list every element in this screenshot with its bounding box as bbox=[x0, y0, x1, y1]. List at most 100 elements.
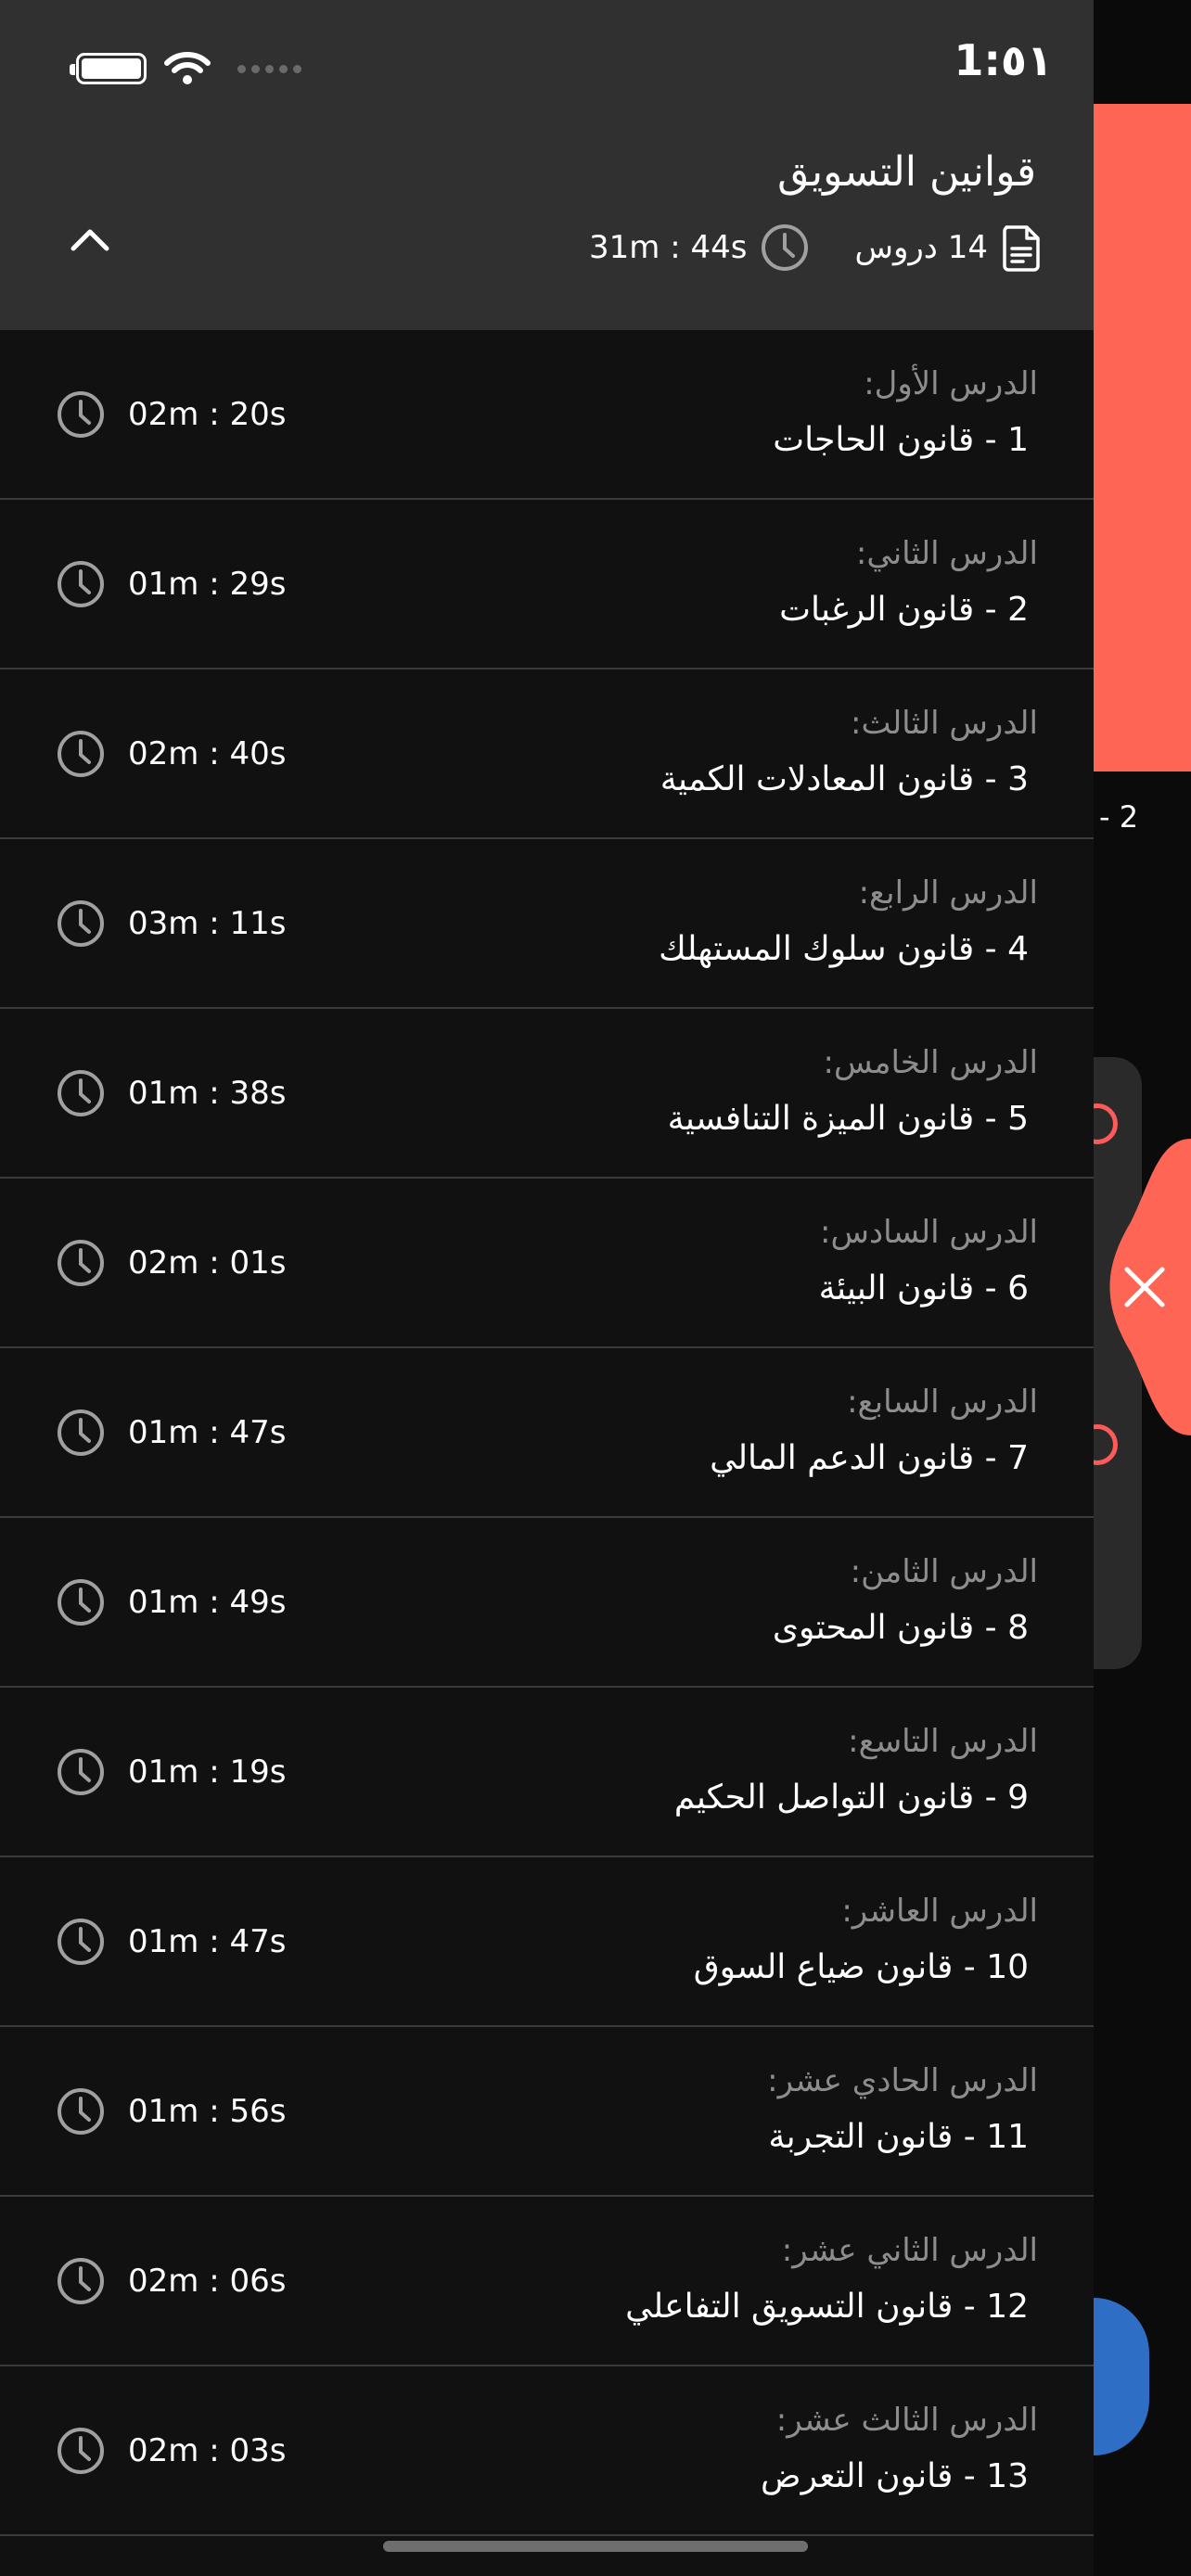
lesson-title: 2 - قانون الرغبات bbox=[779, 591, 1029, 629]
battery-icon bbox=[70, 53, 147, 84]
lesson-label: الدرس الثالث عشر: bbox=[775, 2402, 1038, 2439]
cellular-signal-icon bbox=[237, 64, 301, 73]
lesson-duration-text: 03m : 11s bbox=[128, 905, 287, 942]
lesson-row[interactable]: الدرس الأول: 1 - قانون الحاجات 02m : 20s bbox=[0, 330, 1094, 500]
screen: - 2 1:٥١ قوانين التسويق 14 دروس 31m: 44… bbox=[0, 0, 1191, 2576]
clock-icon bbox=[56, 1577, 106, 1627]
lessons-count-item: 14 دروس bbox=[854, 223, 1042, 272]
lesson-duration: 03m : 11s bbox=[56, 899, 286, 949]
lesson-row[interactable]: الدرس العاشر: 10 - قانون ضياع السوق 01m … bbox=[0, 1857, 1094, 2027]
document-icon bbox=[1003, 225, 1040, 272]
clock-icon bbox=[56, 2256, 106, 2306]
lesson-duration: 02m : 03s bbox=[56, 2426, 286, 2476]
lesson-label: الدرس السادس: bbox=[820, 1214, 1038, 1251]
lesson-title: 9 - قانون التواصل الحكيم bbox=[673, 1779, 1029, 1817]
lesson-label: الدرس الحادي عشر: bbox=[767, 2062, 1038, 2099]
lesson-row[interactable]: الدرس السابع: 7 - قانون الدعم المالي 01m… bbox=[0, 1348, 1094, 1518]
lesson-duration-text: 01m : 38s bbox=[128, 1075, 287, 1112]
lesson-row[interactable]: الدرس الحادي عشر: 11 - قانون التجربة 01m… bbox=[0, 2027, 1094, 2197]
lesson-duration: 01m : 19s bbox=[56, 1747, 286, 1797]
lesson-duration-text: 02m : 06s bbox=[128, 2263, 287, 2300]
lesson-label: الدرس السابع: bbox=[847, 1384, 1038, 1421]
lesson-duration-text: 02m : 01s bbox=[128, 1244, 287, 1282]
lesson-label: الدرس الثالث: bbox=[850, 705, 1038, 742]
lesson-duration-text: 01m : 47s bbox=[128, 1923, 287, 1960]
wifi-icon bbox=[164, 52, 211, 84]
collapse-button[interactable] bbox=[58, 211, 122, 267]
lesson-duration-text: 01m : 47s bbox=[128, 1414, 287, 1451]
lesson-row[interactable]: الدرس الثالث عشر: 13 - قانون التعرض 02m … bbox=[0, 2366, 1094, 2536]
total-duration: 31m : 44s bbox=[589, 229, 748, 266]
course-meta: 14 دروس 31m : 44s bbox=[589, 223, 1042, 273]
lesson-row[interactable]: الدرس الثامن: 8 - قانون المحتوى 01m : 49… bbox=[0, 1518, 1094, 1688]
lesson-row[interactable]: الدرس الرابع: 4 - قانون سلوك المستهلك 03… bbox=[0, 839, 1094, 1009]
home-indicator bbox=[383, 2541, 808, 2552]
clock-icon bbox=[762, 224, 809, 271]
lesson-duration-text: 01m : 56s bbox=[128, 2093, 287, 2130]
total-duration-item: 31m : 44s bbox=[589, 223, 810, 273]
lesson-title: 6 - قانون البيئة bbox=[818, 1269, 1029, 1307]
lesson-title: 8 - قانون المحتوى bbox=[772, 1609, 1029, 1647]
lesson-duration: 01m : 47s bbox=[56, 1408, 286, 1458]
lesson-row[interactable]: الدرس الثاني: 2 - قانون الرغبات 01m : 29… bbox=[0, 500, 1094, 670]
lesson-title: 7 - قانون الدعم المالي bbox=[710, 1439, 1029, 1477]
lesson-label: الدرس العاشر: bbox=[841, 1893, 1038, 1930]
lesson-duration: 02m : 40s bbox=[56, 729, 286, 779]
clock-icon bbox=[56, 1068, 106, 1118]
lesson-duration-text: 01m : 29s bbox=[128, 566, 287, 603]
clock-icon bbox=[56, 1238, 106, 1288]
lesson-duration-text: 02m : 03s bbox=[128, 2432, 287, 2469]
clock-icon bbox=[56, 729, 106, 779]
status-time: 1:٥١ bbox=[954, 35, 1053, 85]
lesson-label: الدرس الثامن: bbox=[850, 1553, 1038, 1590]
lesson-row[interactable]: الدرس الثالث: 3 - قانون المعادلات الكمية… bbox=[0, 670, 1094, 839]
background-partial-text: - 2 bbox=[1099, 799, 1139, 835]
lesson-row[interactable]: الدرس الثاني عشر: 12 - قانون التسويق الت… bbox=[0, 2197, 1094, 2366]
clock-icon bbox=[56, 899, 106, 949]
lesson-title: 1 - قانون الحاجات bbox=[773, 421, 1029, 459]
lesson-label: الدرس الثاني: bbox=[855, 535, 1038, 572]
lesson-duration-text: 01m : 19s bbox=[128, 1753, 287, 1791]
drawer-header: 1:٥١ قوانين التسويق 14 دروس 31m: 44s bbox=[0, 0, 1094, 330]
lesson-duration: 01m : 38s bbox=[56, 1068, 286, 1118]
lesson-row[interactable]: الدرس السادس: 6 - قانون البيئة 02m : 01s bbox=[0, 1179, 1094, 1348]
lesson-duration-text: 02m : 20s bbox=[128, 396, 287, 433]
lesson-duration-text: 02m : 40s bbox=[128, 735, 287, 772]
clock-icon bbox=[56, 389, 106, 440]
status-bar-indicators bbox=[70, 50, 301, 87]
lesson-title: 12 - قانون التسويق التفاعلي bbox=[625, 2288, 1029, 2326]
clock-icon bbox=[56, 1747, 106, 1797]
lesson-label: الدرس الخامس: bbox=[823, 1044, 1038, 1081]
course-lessons-drawer: 1:٥١ قوانين التسويق 14 دروس 31m: 44s ال… bbox=[0, 0, 1094, 2576]
lesson-duration: 01m : 56s bbox=[56, 2086, 286, 2136]
background-banner bbox=[1094, 104, 1191, 772]
clock-icon bbox=[56, 2086, 106, 2136]
lesson-row[interactable]: الدرس الخامس: 5 - قانون الميزة التنافسية… bbox=[0, 1009, 1094, 1179]
lesson-duration: 02m : 01s bbox=[56, 1238, 286, 1288]
lesson-title: 5 - قانون الميزة التنافسية bbox=[667, 1100, 1029, 1138]
lessons-count: 14 دروس bbox=[854, 229, 988, 266]
clock-icon bbox=[56, 559, 106, 609]
chevron-up-icon bbox=[70, 229, 109, 251]
lesson-title: 11 - قانون التجربة bbox=[768, 2118, 1029, 2156]
lesson-label: الدرس الرابع: bbox=[858, 874, 1038, 912]
lesson-row[interactable]: الدرس التاسع: 9 - قانون التواصل الحكيم 0… bbox=[0, 1688, 1094, 1857]
lesson-title: 3 - قانون المعادلات الكمية bbox=[660, 760, 1029, 798]
clock-icon bbox=[56, 1408, 106, 1458]
lesson-duration: 02m : 20s bbox=[56, 389, 286, 440]
clock-icon bbox=[56, 2426, 106, 2476]
lessons-list: الدرس الأول: 1 - قانون الحاجات 02m : 20s… bbox=[0, 330, 1094, 2536]
lesson-duration: 01m : 47s bbox=[56, 1917, 286, 1967]
lesson-duration: 01m : 29s bbox=[56, 559, 286, 609]
close-icon bbox=[1124, 1267, 1165, 1307]
close-drawer-button[interactable] bbox=[1094, 1139, 1191, 1435]
lesson-duration: 02m : 06s bbox=[56, 2256, 286, 2306]
lesson-duration-text: 01m : 49s bbox=[128, 1584, 287, 1621]
background-page: - 2 bbox=[1077, 0, 1191, 2576]
lesson-title: 13 - قانون التعرض bbox=[761, 2457, 1029, 2495]
background-floating-button[interactable] bbox=[1094, 2298, 1149, 2455]
lesson-title: 10 - قانون ضياع السوق bbox=[693, 1948, 1029, 1986]
lesson-label: الدرس الثاني عشر: bbox=[781, 2232, 1038, 2269]
course-title: قوانين التسويق bbox=[777, 148, 1036, 196]
lesson-duration: 01m : 49s bbox=[56, 1577, 286, 1627]
